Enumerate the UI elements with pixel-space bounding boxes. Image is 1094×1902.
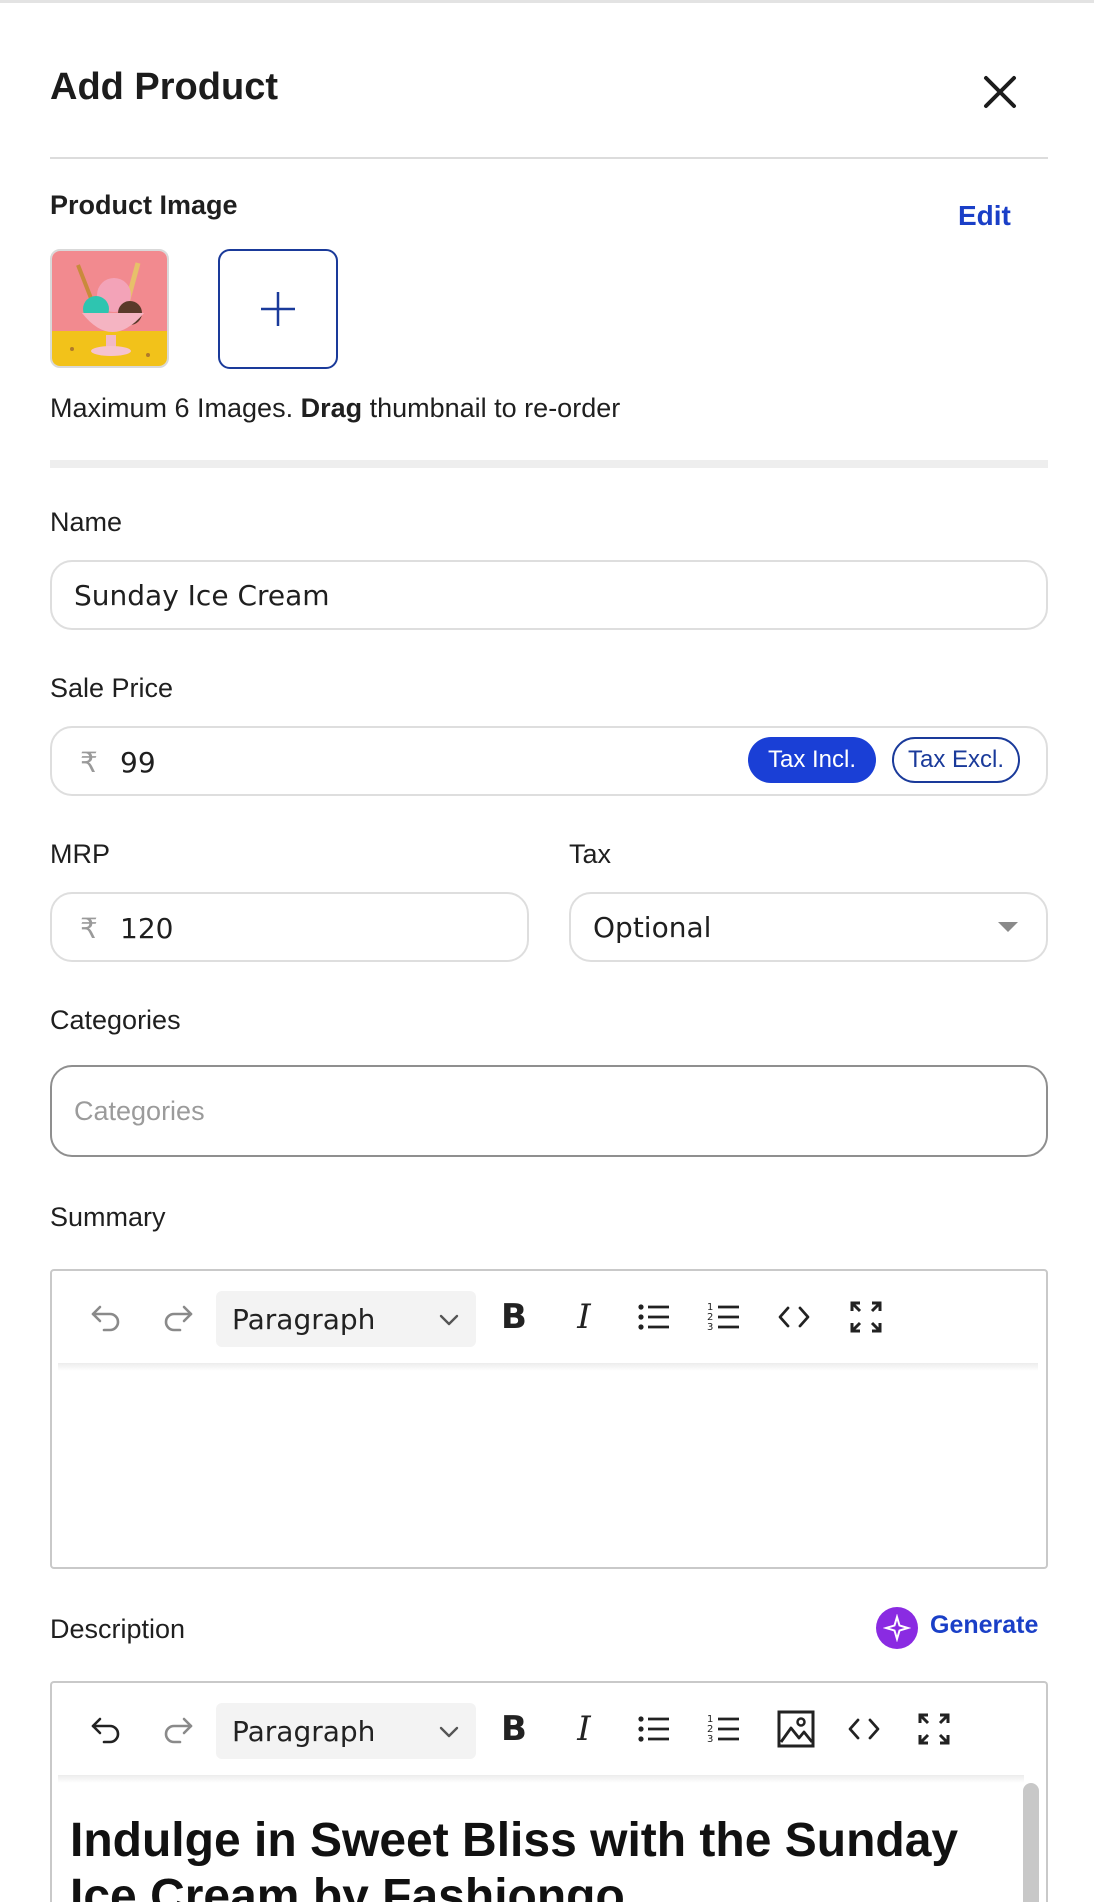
tax-select[interactable]: Optional: [569, 892, 1048, 962]
fullscreen-icon[interactable]: [912, 1707, 956, 1751]
chevron-down-icon: [439, 1726, 459, 1738]
tax-excl-toggle[interactable]: Tax Excl.: [892, 737, 1020, 783]
svg-text:3: 3: [707, 1734, 713, 1745]
categories-placeholder: Categories: [74, 1096, 205, 1126]
block-format-select[interactable]: Paragraph: [216, 1703, 476, 1759]
rupee-icon: ₹: [80, 747, 98, 778]
numbered-list-icon[interactable]: 123: [702, 1707, 746, 1751]
image-icon[interactable]: [774, 1707, 818, 1751]
sparkle-icon[interactable]: [876, 1607, 918, 1649]
bullet-list-icon[interactable]: [632, 1295, 676, 1339]
sale-price-label: Sale Price: [50, 673, 174, 703]
toolbar-shadow: [58, 1363, 1038, 1371]
section-divider: [50, 460, 1048, 468]
description-label: Description: [50, 1614, 186, 1644]
block-format-select[interactable]: Paragraph: [216, 1291, 476, 1347]
description-heading-line: Ice Cream by Fashiongo: [70, 1870, 625, 1902]
rupee-icon: ₹: [80, 913, 98, 944]
product-image-label: Product Image: [50, 190, 238, 220]
tax-value: Optional: [593, 911, 712, 944]
block-format-value: Paragraph: [232, 1303, 376, 1336]
summary-toolbar: Paragraph B I 123: [52, 1271, 1046, 1363]
edit-images-button[interactable]: Edit: [958, 200, 1011, 232]
mrp-value: 120: [120, 912, 174, 945]
sale-price-value: 99: [120, 746, 156, 779]
fullscreen-icon[interactable]: [844, 1295, 888, 1339]
generate-button[interactable]: Generate: [930, 1611, 1038, 1640]
bold-icon[interactable]: B: [492, 1707, 536, 1751]
top-border: [0, 0, 1094, 3]
tax-incl-toggle[interactable]: Tax Incl.: [748, 737, 876, 783]
italic-icon[interactable]: I: [562, 1295, 606, 1339]
toolbar-shadow: [58, 1775, 1024, 1783]
block-format-value: Paragraph: [232, 1715, 376, 1748]
description-heading-line: Indulge in Sweet Bliss with the Sunday: [70, 1814, 959, 1867]
redo-icon[interactable]: [156, 1295, 200, 1339]
plus-icon: [261, 292, 295, 326]
close-icon[interactable]: [978, 70, 1022, 114]
numbered-list-icon[interactable]: 123: [702, 1295, 746, 1339]
add-image-button[interactable]: [218, 249, 338, 369]
svg-text:3: 3: [707, 1322, 713, 1333]
dropdown-arrow-icon: [998, 922, 1018, 932]
name-value: Sunday Ice Cream: [74, 579, 330, 612]
categories-label: Categories: [50, 1005, 181, 1035]
bullet-list-icon[interactable]: [632, 1707, 676, 1751]
code-icon[interactable]: [772, 1295, 816, 1339]
bold-icon[interactable]: B: [492, 1295, 536, 1339]
tax-label: Tax: [569, 839, 612, 869]
undo-icon[interactable]: [84, 1295, 128, 1339]
code-icon[interactable]: [842, 1707, 886, 1751]
summary-label: Summary: [50, 1202, 166, 1232]
redo-icon[interactable]: [156, 1707, 200, 1751]
image-hint: Maximum 6 Images. Drag thumbnail to re-o…: [50, 393, 621, 423]
product-thumbnail[interactable]: [50, 249, 169, 368]
italic-icon[interactable]: I: [562, 1707, 606, 1751]
description-toolbar: Paragraph B I 123: [52, 1683, 1046, 1775]
undo-icon[interactable]: [84, 1707, 128, 1751]
name-field[interactable]: Sunday Ice Cream: [50, 560, 1048, 630]
name-label: Name: [50, 507, 123, 537]
mrp-label: MRP: [50, 839, 110, 869]
mrp-field[interactable]: ₹ 120: [50, 892, 529, 962]
categories-input[interactable]: Categories: [50, 1065, 1048, 1157]
summary-editor[interactable]: Paragraph B I 123: [50, 1269, 1048, 1569]
description-heading: Indulge in Sweet Bliss with the Sunday I…: [70, 1813, 1000, 1902]
page-title: Add Product: [50, 66, 278, 108]
editor-scrollbar[interactable]: [1023, 1783, 1039, 1902]
chevron-down-icon: [439, 1314, 459, 1326]
header-divider: [50, 157, 1048, 159]
